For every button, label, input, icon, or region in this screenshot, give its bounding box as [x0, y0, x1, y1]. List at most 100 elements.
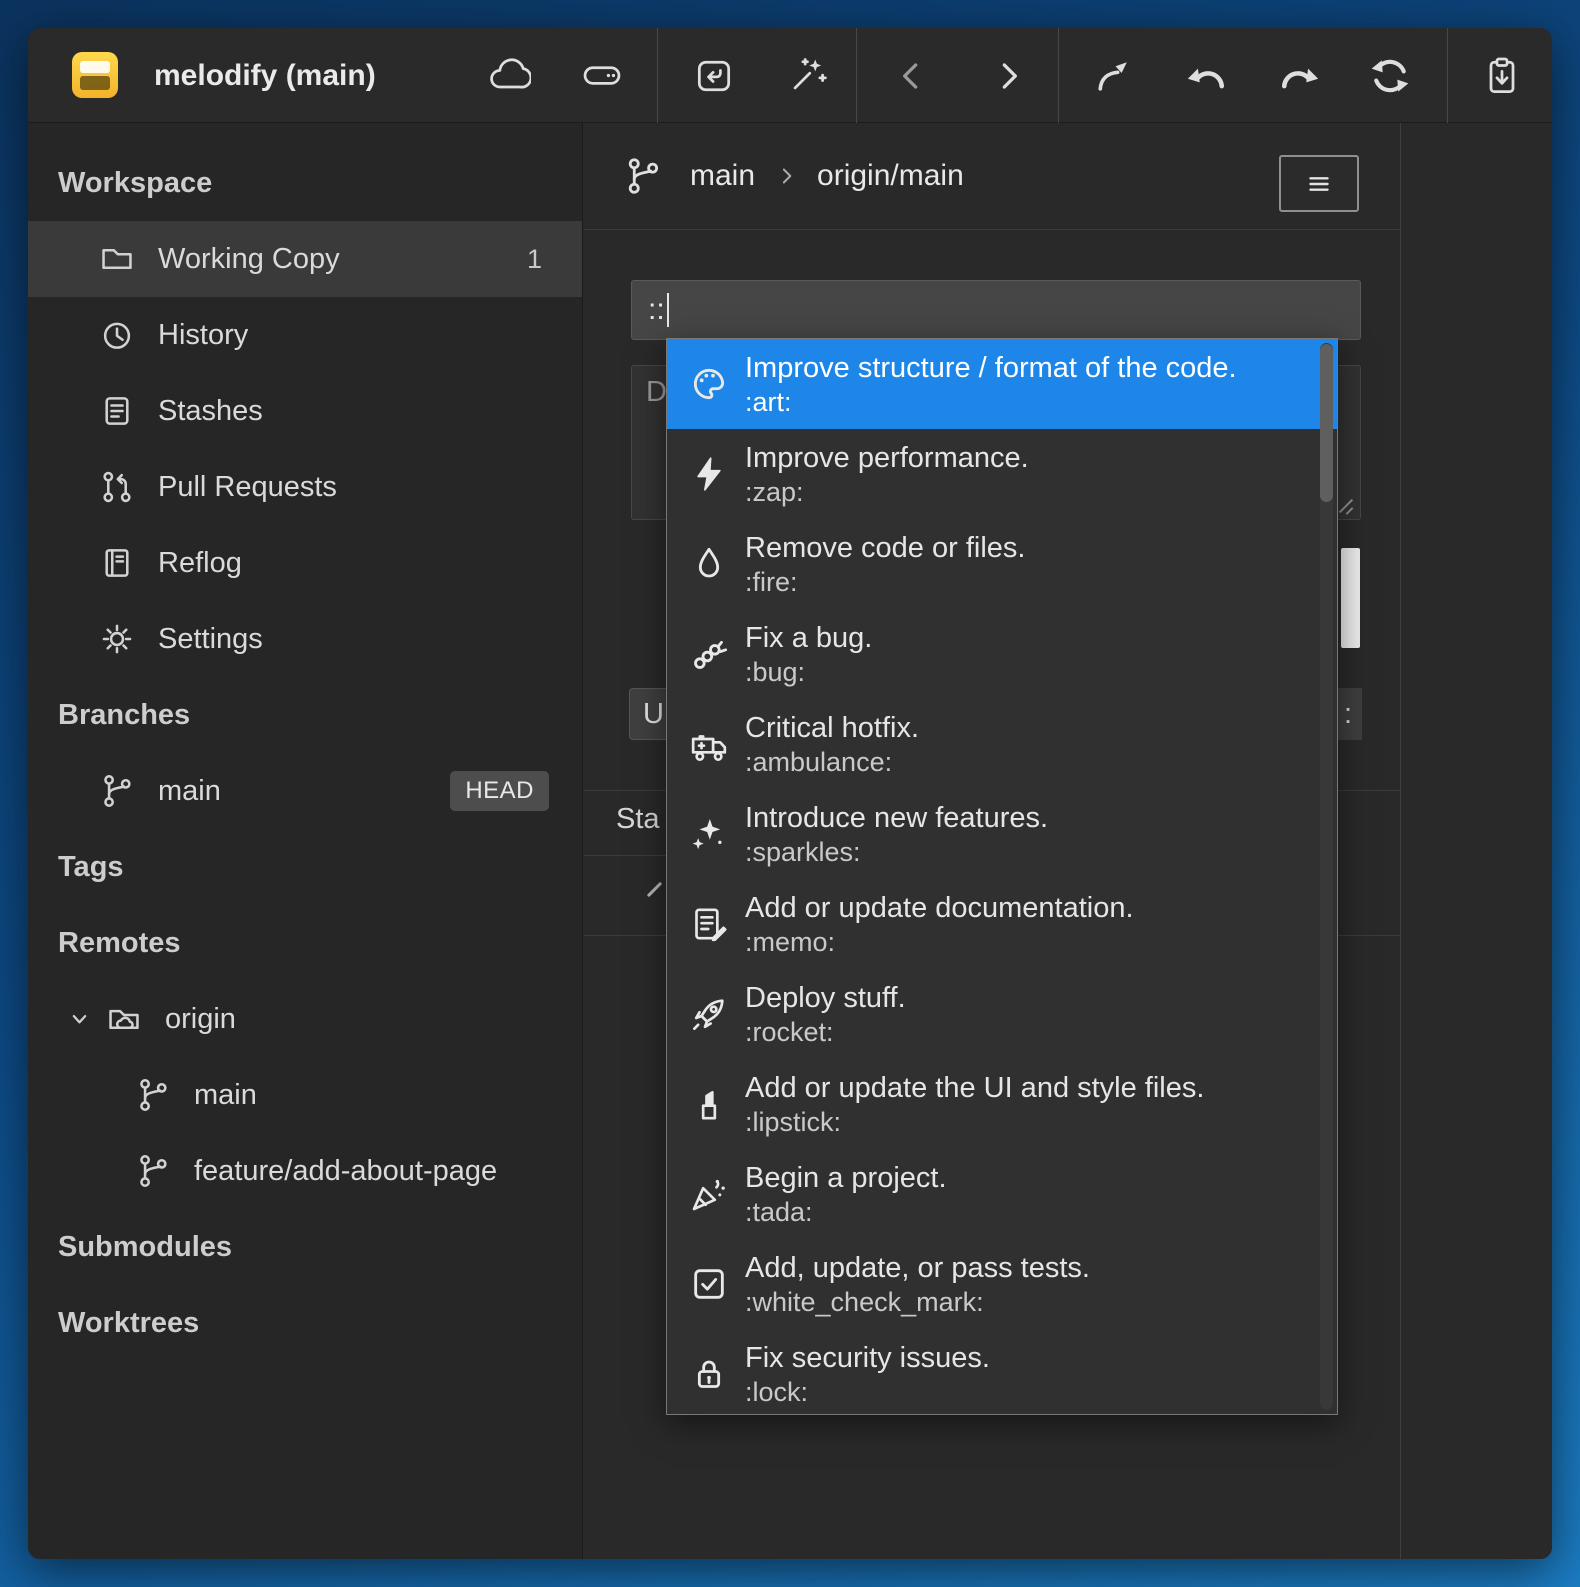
gear-icon [98, 620, 136, 658]
chevron-down-icon[interactable] [66, 1006, 93, 1033]
description-placeholder-fragment: D [646, 376, 667, 408]
sparkles-icon [689, 814, 729, 854]
back-icon[interactable] [890, 54, 934, 98]
sidebar-item-reflog[interactable]: Reflog [28, 525, 582, 601]
zap-icon [689, 454, 729, 494]
reflog-icon [98, 544, 136, 582]
dropdown-scrollbar-track[interactable] [1320, 343, 1333, 1410]
ambulance-icon [689, 724, 729, 764]
bug-icon [689, 634, 729, 674]
app-window: melodify (main) Workspace Working Copy 1… [28, 28, 1552, 1559]
panel-menu-button[interactable] [1279, 155, 1359, 212]
gitmoji-code: :art: [745, 386, 1237, 419]
share-icon[interactable] [1092, 54, 1136, 98]
sidebar-item-label: Stashes [158, 395, 263, 428]
clipboard-download-icon[interactable] [1480, 54, 1524, 98]
toolbar-divider [1447, 28, 1448, 123]
check-icon [689, 1264, 729, 1304]
magic-wand-icon[interactable] [785, 54, 829, 98]
history-icon [98, 316, 136, 354]
working-copy-count-badge: 1 [527, 244, 542, 275]
toolbar-divider [856, 28, 857, 123]
branch-icon [622, 155, 664, 197]
gitmoji-option-ambulance[interactable]: Critical hotfix.:ambulance: [667, 699, 1337, 789]
breadcrumb-upstream[interactable]: origin/main [817, 159, 964, 193]
sidebar-item-origin-main[interactable]: main [28, 1057, 582, 1133]
sidebar-item-branch-main[interactable]: main HEAD [28, 753, 582, 829]
gitmoji-title: Introduce new features. [745, 800, 1048, 836]
commit-box-icon[interactable] [692, 54, 736, 98]
right-panel [1402, 123, 1552, 1559]
gitmoji-option-memo[interactable]: Add or update documentation.:memo: [667, 879, 1337, 969]
palette-icon [689, 364, 729, 404]
gitmoji-option-rocket[interactable]: Deploy stuff.:rocket: [667, 969, 1337, 1059]
gitmoji-option-art[interactable]: Improve structure / format of the code.:… [667, 339, 1337, 429]
gitmoji-title: Fix a bug. [745, 620, 872, 656]
gitmoji-title: Begin a project. [745, 1160, 947, 1196]
gitmoji-title: Deploy stuff. [745, 980, 906, 1016]
sidebar-item-label: main [194, 1079, 257, 1112]
drive-icon[interactable] [580, 54, 624, 98]
gitmoji-title: Fix security issues. [745, 1340, 990, 1376]
resize-grip-icon[interactable] [1337, 496, 1355, 514]
sidebar-item-pull-requests[interactable]: Pull Requests [28, 449, 582, 525]
gitmoji-code: :tada: [745, 1196, 947, 1229]
sidebar-item-remote-origin[interactable]: origin [28, 981, 582, 1057]
gitmoji-option-fire[interactable]: Remove code or files.:fire: [667, 519, 1337, 609]
sidebar-item-label: History [158, 319, 248, 352]
control-fragment [1341, 548, 1360, 648]
sidebar-item-working-copy[interactable]: Working Copy 1 [28, 221, 582, 297]
sidebar-header-submodules: Submodules [28, 1209, 582, 1285]
redo-icon[interactable] [1276, 54, 1320, 98]
memo-icon [689, 904, 729, 944]
sidebar-header-worktrees: Worktrees [28, 1285, 582, 1361]
gitmoji-code: :bug: [745, 656, 872, 689]
breadcrumb-branch[interactable]: main [690, 159, 755, 193]
commit-subject-input[interactable]: :: [631, 280, 1361, 340]
remote-folder-icon [105, 1000, 143, 1038]
lock-icon [689, 1354, 729, 1394]
tool-icon-fragment [647, 882, 663, 898]
sidebar-item-origin-feature[interactable]: feature/add-about-page [28, 1133, 582, 1209]
forward-icon[interactable] [986, 54, 1030, 98]
gitmoji-option-zap[interactable]: Improve performance.:zap: [667, 429, 1337, 519]
commit-panel: main origin/main :: D U : [584, 123, 1401, 1559]
sidebar-item-settings[interactable]: Settings [28, 601, 582, 677]
gitmoji-code: :lock: [745, 1376, 990, 1409]
hamburger-icon [1302, 167, 1336, 201]
gitmoji-autocomplete-dropdown: Improve structure / format of the code.:… [666, 338, 1338, 1415]
gitmoji-option-bug[interactable]: Fix a bug.:bug: [667, 609, 1337, 699]
title-bar: melodify (main) [28, 28, 1552, 123]
gitmoji-title: Add or update the UI and style files. [745, 1070, 1204, 1106]
branch-icon [98, 772, 136, 810]
gitmoji-title: Remove code or files. [745, 530, 1025, 566]
gitmoji-option-lipstick[interactable]: Add or update the UI and style files.:li… [667, 1059, 1337, 1149]
head-badge: HEAD [450, 771, 549, 811]
sidebar-item-history[interactable]: History [28, 297, 582, 373]
text-caret [667, 293, 669, 327]
sidebar-item-label: Working Copy [158, 243, 340, 276]
sync-icon[interactable] [1368, 54, 1412, 98]
app-icon [72, 52, 118, 98]
cloud-icon[interactable] [487, 54, 531, 98]
dropdown-scrollbar-thumb[interactable] [1320, 344, 1333, 502]
sidebar-item-label: feature/add-about-page [194, 1155, 497, 1188]
chevron-right-icon [773, 163, 799, 189]
gitmoji-code: :white_check_mark: [745, 1286, 1090, 1319]
branch-breadcrumb: main origin/main [584, 123, 1400, 230]
sidebar-item-stashes[interactable]: Stashes [28, 373, 582, 449]
gitmoji-code: :fire: [745, 566, 1025, 599]
sidebar: Workspace Working Copy 1 History Stashes… [28, 123, 583, 1559]
gitmoji-option-tada[interactable]: Begin a project.:tada: [667, 1149, 1337, 1239]
sidebar-item-label: origin [165, 1003, 236, 1036]
emoji-code-fragment: : [1336, 688, 1362, 740]
staged-section-header-fragment: Sta [616, 799, 660, 839]
undo-icon[interactable] [1186, 54, 1230, 98]
gitmoji-option-lock[interactable]: Fix security issues.:lock: [667, 1329, 1337, 1415]
folder-icon [98, 240, 136, 278]
sidebar-header-workspace: Workspace [28, 145, 582, 221]
sidebar-item-label: Settings [158, 623, 263, 656]
gitmoji-option-check[interactable]: Add, update, or pass tests.:white_check_… [667, 1239, 1337, 1329]
gitmoji-option-sparkles[interactable]: Introduce new features.:sparkles: [667, 789, 1337, 879]
gitmoji-title: Add, update, or pass tests. [745, 1250, 1090, 1286]
